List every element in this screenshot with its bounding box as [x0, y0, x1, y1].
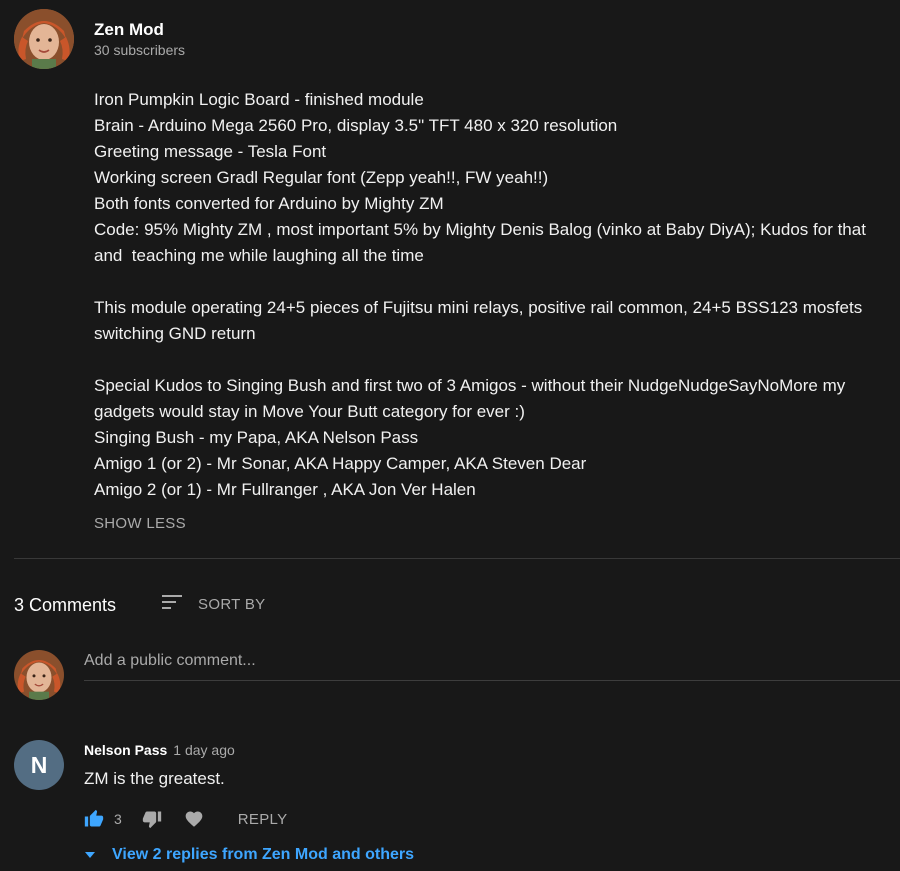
comment-header: Nelson Pass 1 day ago [84, 740, 235, 760]
description-line: Working screen Gradl Regular font (Zepp … [94, 168, 549, 187]
description-line: Brain - Arduino Mega 2560 Pro, display 3… [94, 116, 618, 135]
sort-by-button[interactable]: SORT BY [160, 590, 265, 619]
reply-button[interactable]: REPLY [238, 811, 288, 828]
thumbs-down-icon[interactable] [142, 809, 162, 829]
channel-avatar[interactable] [14, 9, 74, 69]
description-line: Singing Bush - my Papa, AKA Nelson Pass [94, 428, 419, 447]
comment-author-avatar[interactable]: N [14, 740, 64, 790]
description-line: Special Kudos to Singing Bush and first … [94, 376, 850, 421]
description-line: Greeting message - Tesla Font [94, 142, 327, 161]
channel-header: Zen Mod 30 subscribers [14, 9, 185, 69]
user-avatar [14, 650, 64, 700]
like-count: 3 [114, 811, 122, 827]
comment-input[interactable] [84, 650, 900, 676]
description-line: Iron Pumpkin Logic Board - finished modu… [94, 90, 424, 109]
view-replies-button[interactable]: View 2 replies from Zen Mod and others [84, 846, 414, 864]
description-blank-line [94, 347, 874, 373]
video-description: Iron Pumpkin Logic Board - finished modu… [94, 87, 874, 503]
comments-header: 3 Comments SORT BY [14, 590, 265, 619]
comment-text: ZM is the greatest. [84, 769, 225, 788]
caret-down-icon [84, 849, 96, 861]
comments-count: 3 Comments [14, 594, 117, 615]
comment-input-wrapper [84, 650, 900, 681]
thumbs-up-icon[interactable] [84, 809, 104, 829]
comment-author[interactable]: Nelson Pass [84, 740, 167, 760]
divider [14, 558, 900, 559]
sort-by-label: SORT BY [198, 596, 266, 613]
sort-icon [160, 590, 184, 619]
add-comment-row [14, 650, 900, 700]
heart-icon[interactable] [184, 809, 204, 829]
comment-item: N Nelson Pass 1 day ago ZM is the greate… [14, 740, 235, 790]
show-less-button[interactable]: SHOW LESS [94, 515, 186, 532]
description-line: Amigo 2 (or 1) - Mr Fullranger , AKA Jon… [94, 480, 476, 499]
comment-actions: 3 REPLY [84, 806, 287, 832]
channel-meta: Zen Mod 30 subscribers [94, 19, 185, 59]
description-line: Both fonts converted for Arduino by Migh… [94, 194, 444, 213]
subscriber-count: 30 subscribers [94, 42, 186, 58]
comment-timestamp[interactable]: 1 day ago [173, 740, 235, 760]
view-replies-label: View 2 replies from Zen Mod and others [112, 846, 414, 863]
description-blank-line [94, 269, 874, 295]
description-line: Amigo 1 (or 2) - Mr Sonar, AKA Happy Cam… [94, 454, 587, 473]
description-line: This module operating 24+5 pieces of Fuj… [94, 298, 867, 343]
channel-name[interactable]: Zen Mod [94, 19, 185, 40]
comment-body: Nelson Pass 1 day ago ZM is the greatest… [84, 740, 235, 790]
description-line: Code: 95% Mighty ZM , most important 5% … [94, 220, 871, 265]
